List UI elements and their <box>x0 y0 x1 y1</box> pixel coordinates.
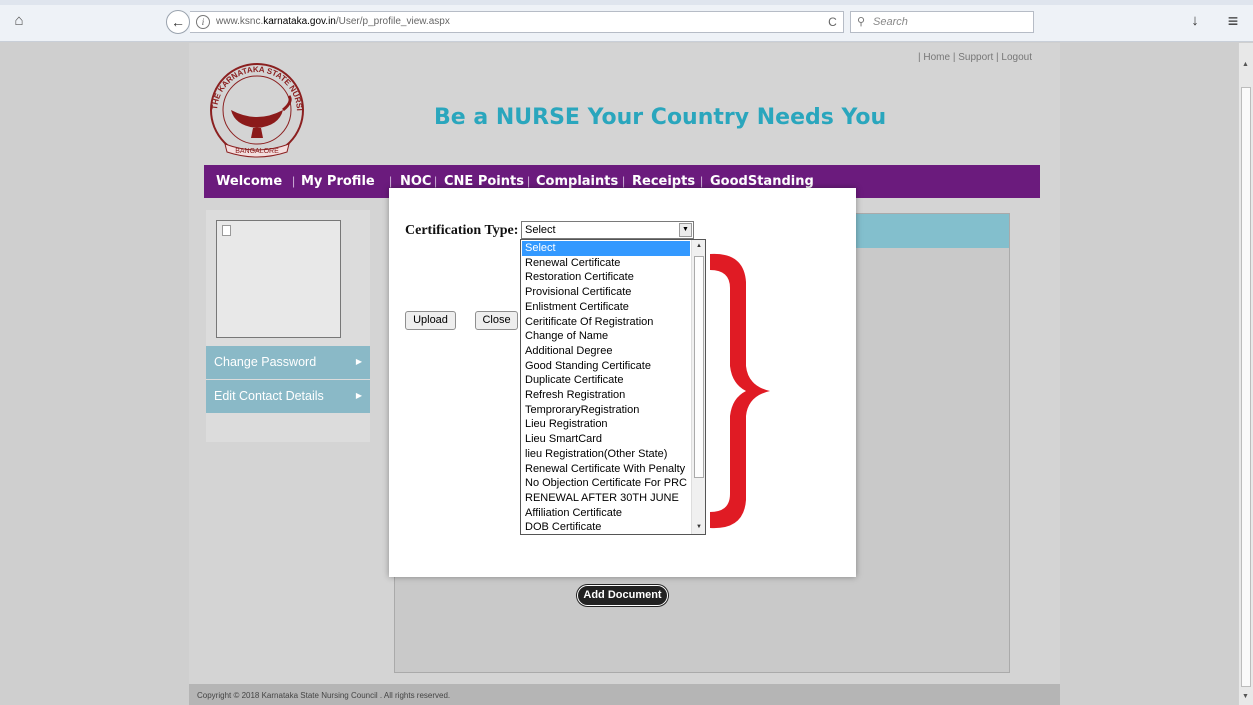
dropdown-option[interactable]: Enlistment Certificate <box>522 300 690 315</box>
nav-welcome[interactable]: Welcome <box>216 174 282 189</box>
dropdown-option[interactable]: DOB Certificate <box>522 520 690 534</box>
svg-text:BANGALORE: BANGALORE <box>235 148 279 155</box>
tab-strip <box>0 0 1253 5</box>
nav-separator: | <box>434 174 438 188</box>
dropdown-option[interactable]: Provisional Certificate <box>522 285 690 300</box>
dropdown-option[interactable]: Refresh Registration <box>522 388 690 403</box>
dropdown-option[interactable]: Lieu Registration <box>522 417 690 432</box>
upload-button[interactable]: Upload <box>405 311 456 330</box>
dropdown-option[interactable]: Change of Name <box>522 329 690 344</box>
site-tagline: Be a NURSE Your Country Needs You <box>434 105 887 130</box>
certification-type-select[interactable]: Select ▼ <box>521 221 694 239</box>
nav-cne-points[interactable]: CNE Points <box>444 174 524 189</box>
nav-separator: | <box>527 174 531 188</box>
dropdown-option[interactable]: lieu Registration(Other State) <box>522 447 690 462</box>
nav-receipts[interactable]: Receipts <box>632 174 695 189</box>
dropdown-option[interactable]: Affiliation Certificate <box>522 506 690 521</box>
reload-icon[interactable]: C <box>822 11 844 33</box>
profile-sidebar: Change Password ▶ Edit Contact Details ▶ <box>206 210 370 442</box>
dropdown-option[interactable]: Renewal Certificate With Penalty <box>522 462 690 477</box>
dropdown-arrow-icon[interactable]: ▼ <box>679 223 692 237</box>
dropdown-option[interactable]: Good Standing Certificate <box>522 359 690 374</box>
sidebar-item-label: Change Password <box>214 355 317 369</box>
site-info-icon[interactable]: i <box>196 15 210 29</box>
home-icon[interactable]: ⌂ <box>10 12 28 30</box>
dropdown-option[interactable]: Renewal Certificate <box>522 256 690 271</box>
chevron-right-icon: ▶ <box>355 391 362 400</box>
nav-separator: | <box>389 174 393 188</box>
select-value: Select <box>525 224 556 236</box>
download-icon[interactable]: ↓ <box>1186 12 1204 30</box>
add-document-button[interactable]: Add Document <box>577 585 668 606</box>
dropdown-option[interactable]: RENEWAL AFTER 30TH JUNE <box>522 491 690 506</box>
sidebar-item-change-password[interactable]: Change Password ▶ <box>206 346 370 379</box>
dropdown-option[interactable]: Lieu SmartCard <box>522 432 690 447</box>
nav-complaints[interactable]: Complaints <box>536 174 618 189</box>
dropdown-option[interactable]: Duplicate Certificate <box>522 373 690 388</box>
search-input[interactable]: ⚲ Search <box>850 11 1034 33</box>
dropdown-option[interactable]: Restoration Certificate <box>522 270 690 285</box>
url-text[interactable]: www.ksnc.karnataka.gov.in/User/p_profile… <box>216 16 450 27</box>
broken-image-icon <box>222 225 231 236</box>
nav-separator: | <box>700 174 704 188</box>
browser-toolbar: ⌂ ← i www.ksnc.karnataka.gov.in/User/p_p… <box>0 0 1253 42</box>
sidebar-item-edit-contact[interactable]: Edit Contact Details ▶ <box>206 380 370 413</box>
scroll-up-arrow[interactable]: ▲ <box>1242 61 1249 68</box>
profile-photo <box>216 220 341 338</box>
search-placeholder: Search <box>873 16 908 28</box>
scrollbar-thumb[interactable] <box>1241 87 1251 687</box>
back-button[interactable]: ← <box>166 10 190 34</box>
nav-noc[interactable]: NOC <box>400 174 431 189</box>
top-links[interactable]: | Home | Support | Logout <box>918 52 1032 63</box>
search-icon: ⚲ <box>857 16 866 28</box>
dropdown-option[interactable]: TemproraryRegistration <box>522 403 690 418</box>
chevron-right-icon: ▶ <box>355 357 362 366</box>
dropdown-option[interactable]: Additional Degree <box>522 344 690 359</box>
close-button[interactable]: Close <box>475 311 518 330</box>
address-bar[interactable]: i www.ksnc.karnataka.gov.in/User/p_profi… <box>190 11 842 33</box>
hamburger-menu-icon[interactable]: ≡ <box>1222 10 1244 32</box>
footer: Copyright © 2018 Karnataka State Nursing… <box>189 684 1060 705</box>
certification-type-label: Certification Type: <box>405 223 519 238</box>
scroll-down-arrow[interactable]: ▼ <box>1242 693 1249 700</box>
council-logo: THE KARNATAKA STATE NURSING COUNCIL BANG… <box>201 52 304 158</box>
nav-goodstanding[interactable]: GoodStanding <box>710 174 814 189</box>
dropdown-option[interactable]: Select <box>522 241 690 256</box>
annotation-brace <box>710 253 770 529</box>
copyright-text: Copyright © 2018 Karnataka State Nursing… <box>197 691 451 700</box>
nav-my-profile[interactable]: My Profile <box>301 174 375 189</box>
nav-separator: | <box>292 174 296 188</box>
certification-type-options[interactable]: Select Renewal Certificate Restoration Cer… <box>520 239 706 535</box>
dropdown-option[interactable]: No Objection Certificate For PRC <box>522 476 690 491</box>
nav-separator: | <box>622 174 626 188</box>
page-scrollbar[interactable]: ▲ ▼ <box>1238 43 1253 705</box>
sidebar-item-label: Edit Contact Details <box>214 389 324 403</box>
dropdown-option[interactable]: Ceritificate Of Registration <box>522 315 690 330</box>
